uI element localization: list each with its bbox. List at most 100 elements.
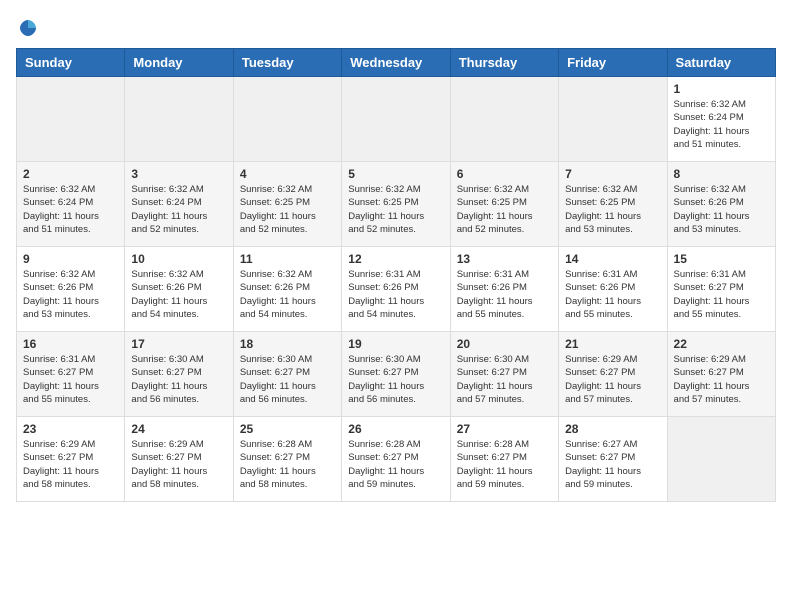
- day-info: Sunrise: 6:32 AM Sunset: 6:25 PM Dayligh…: [240, 183, 335, 236]
- day-number: 1: [674, 82, 769, 96]
- calendar-week-2: 2 Sunrise: 6:32 AM Sunset: 6:24 PM Daylig…: [17, 162, 776, 247]
- day-info: Sunrise: 6:32 AM Sunset: 6:25 PM Dayligh…: [348, 183, 443, 236]
- day-number: 26: [348, 422, 443, 436]
- calendar-cell: 9 Sunrise: 6:32 AM Sunset: 6:26 PM Daylig…: [17, 247, 125, 332]
- day-info: Sunrise: 6:29 AM Sunset: 6:27 PM Dayligh…: [23, 438, 118, 491]
- day-number: 22: [674, 337, 769, 351]
- calendar-cell: 12 Sunrise: 6:31 AM Sunset: 6:26 PM Dayli…: [342, 247, 450, 332]
- day-info: Sunrise: 6:28 AM Sunset: 6:27 PM Dayligh…: [348, 438, 443, 491]
- calendar-cell: 6 Sunrise: 6:32 AM Sunset: 6:25 PM Daylig…: [450, 162, 558, 247]
- calendar-cell: 2 Sunrise: 6:32 AM Sunset: 6:24 PM Daylig…: [17, 162, 125, 247]
- calendar-header-wednesday: Wednesday: [342, 49, 450, 77]
- calendar-cell: 8 Sunrise: 6:32 AM Sunset: 6:26 PM Daylig…: [667, 162, 775, 247]
- day-info: Sunrise: 6:32 AM Sunset: 6:24 PM Dayligh…: [23, 183, 118, 236]
- day-info: Sunrise: 6:30 AM Sunset: 6:27 PM Dayligh…: [348, 353, 443, 406]
- day-info: Sunrise: 6:32 AM Sunset: 6:24 PM Dayligh…: [131, 183, 226, 236]
- day-info: Sunrise: 6:31 AM Sunset: 6:26 PM Dayligh…: [457, 268, 552, 321]
- calendar-cell: 5 Sunrise: 6:32 AM Sunset: 6:25 PM Daylig…: [342, 162, 450, 247]
- calendar-cell: 11Sunrise: 6:32 AM Sunset: 6:26 PM Dayli…: [233, 247, 341, 332]
- calendar-cell: 4 Sunrise: 6:32 AM Sunset: 6:25 PM Daylig…: [233, 162, 341, 247]
- calendar-cell: [667, 417, 775, 502]
- calendar-cell: 10 Sunrise: 6:32 AM Sunset: 6:26 PM Dayli…: [125, 247, 233, 332]
- day-number: 5: [348, 167, 443, 181]
- day-info: Sunrise: 6:31 AM Sunset: 6:26 PM Dayligh…: [565, 268, 660, 321]
- day-info: Sunrise: 6:27 AM Sunset: 6:27 PM Dayligh…: [565, 438, 660, 491]
- day-info: Sunrise: 6:31 AM Sunset: 6:27 PM Dayligh…: [23, 353, 118, 406]
- day-info: Sunrise: 6:30 AM Sunset: 6:27 PM Dayligh…: [240, 353, 335, 406]
- calendar-week-4: 16 Sunrise: 6:31 AM Sunset: 6:27 PM Dayli…: [17, 332, 776, 417]
- day-number: 21: [565, 337, 660, 351]
- day-info: Sunrise: 6:28 AM Sunset: 6:27 PM Dayligh…: [240, 438, 335, 491]
- calendar-header-sunday: Sunday: [17, 49, 125, 77]
- calendar-header-friday: Friday: [559, 49, 667, 77]
- calendar-header-row: SundayMondayTuesdayWednesdayThursdayFrid…: [17, 49, 776, 77]
- day-number: 28: [565, 422, 660, 436]
- calendar-cell: 23Sunrise: 6:29 AM Sunset: 6:27 PM Dayli…: [17, 417, 125, 502]
- day-info: Sunrise: 6:28 AM Sunset: 6:27 PM Dayligh…: [457, 438, 552, 491]
- day-number: 4: [240, 167, 335, 181]
- calendar-table: SundayMondayTuesdayWednesdayThursdayFrid…: [16, 48, 776, 502]
- day-info: Sunrise: 6:32 AM Sunset: 6:26 PM Dayligh…: [23, 268, 118, 321]
- day-info: Sunrise: 6:32 AM Sunset: 6:25 PM Dayligh…: [457, 183, 552, 236]
- calendar-cell: [233, 77, 341, 162]
- day-number: 7: [565, 167, 660, 181]
- day-info: Sunrise: 6:32 AM Sunset: 6:26 PM Dayligh…: [131, 268, 226, 321]
- day-number: 17: [131, 337, 226, 351]
- logo: [16, 16, 44, 40]
- calendar-cell: 25 Sunrise: 6:28 AM Sunset: 6:27 PM Dayli…: [233, 417, 341, 502]
- day-info: Sunrise: 6:32 AM Sunset: 6:24 PM Dayligh…: [674, 98, 769, 151]
- day-number: 11: [240, 252, 335, 266]
- calendar-cell: 14 Sunrise: 6:31 AM Sunset: 6:26 PM Dayli…: [559, 247, 667, 332]
- logo-icon: [16, 16, 40, 40]
- calendar-cell: [559, 77, 667, 162]
- day-number: 13: [457, 252, 552, 266]
- day-info: Sunrise: 6:32 AM Sunset: 6:26 PM Dayligh…: [674, 183, 769, 236]
- calendar-cell: 27Sunrise: 6:28 AM Sunset: 6:27 PM Dayli…: [450, 417, 558, 502]
- day-info: Sunrise: 6:29 AM Sunset: 6:27 PM Dayligh…: [674, 353, 769, 406]
- day-number: 8: [674, 167, 769, 181]
- day-number: 24: [131, 422, 226, 436]
- calendar-cell: 22 Sunrise: 6:29 AM Sunset: 6:27 PM Dayli…: [667, 332, 775, 417]
- day-number: 20: [457, 337, 552, 351]
- calendar-week-3: 9 Sunrise: 6:32 AM Sunset: 6:26 PM Daylig…: [17, 247, 776, 332]
- calendar-header-saturday: Saturday: [667, 49, 775, 77]
- day-info: Sunrise: 6:29 AM Sunset: 6:27 PM Dayligh…: [565, 353, 660, 406]
- calendar-cell: 17 Sunrise: 6:30 AM Sunset: 6:27 PM Dayli…: [125, 332, 233, 417]
- day-number: 18: [240, 337, 335, 351]
- calendar-cell: 26 Sunrise: 6:28 AM Sunset: 6:27 PM Dayli…: [342, 417, 450, 502]
- day-info: Sunrise: 6:29 AM Sunset: 6:27 PM Dayligh…: [131, 438, 226, 491]
- calendar-cell: 21 Sunrise: 6:29 AM Sunset: 6:27 PM Dayli…: [559, 332, 667, 417]
- calendar-cell: [125, 77, 233, 162]
- calendar-cell: [342, 77, 450, 162]
- day-number: 10: [131, 252, 226, 266]
- day-number: 6: [457, 167, 552, 181]
- day-info: Sunrise: 6:32 AM Sunset: 6:25 PM Dayligh…: [565, 183, 660, 236]
- calendar-week-5: 23Sunrise: 6:29 AM Sunset: 6:27 PM Dayli…: [17, 417, 776, 502]
- calendar-cell: 1 Sunrise: 6:32 AM Sunset: 6:24 PM Daylig…: [667, 77, 775, 162]
- calendar-cell: 24 Sunrise: 6:29 AM Sunset: 6:27 PM Dayli…: [125, 417, 233, 502]
- day-number: 9: [23, 252, 118, 266]
- day-number: 16: [23, 337, 118, 351]
- day-info: Sunrise: 6:30 AM Sunset: 6:27 PM Dayligh…: [457, 353, 552, 406]
- day-number: 14: [565, 252, 660, 266]
- calendar-cell: [450, 77, 558, 162]
- calendar-cell: 28 Sunrise: 6:27 AM Sunset: 6:27 PM Dayli…: [559, 417, 667, 502]
- day-number: 2: [23, 167, 118, 181]
- page-header: [16, 16, 776, 40]
- calendar-cell: 15 Sunrise: 6:31 AM Sunset: 6:27 PM Dayli…: [667, 247, 775, 332]
- day-info: Sunrise: 6:31 AM Sunset: 6:27 PM Dayligh…: [674, 268, 769, 321]
- calendar-cell: 3 Sunrise: 6:32 AM Sunset: 6:24 PM Daylig…: [125, 162, 233, 247]
- calendar-cell: 7 Sunrise: 6:32 AM Sunset: 6:25 PM Daylig…: [559, 162, 667, 247]
- day-number: 25: [240, 422, 335, 436]
- calendar-cell: 20 Sunrise: 6:30 AM Sunset: 6:27 PM Dayli…: [450, 332, 558, 417]
- day-info: Sunrise: 6:30 AM Sunset: 6:27 PM Dayligh…: [131, 353, 226, 406]
- calendar-cell: 16 Sunrise: 6:31 AM Sunset: 6:27 PM Dayli…: [17, 332, 125, 417]
- day-number: 12: [348, 252, 443, 266]
- calendar-header-tuesday: Tuesday: [233, 49, 341, 77]
- calendar-cell: 13 Sunrise: 6:31 AM Sunset: 6:26 PM Dayli…: [450, 247, 558, 332]
- day-number: 15: [674, 252, 769, 266]
- day-info: Sunrise: 6:31 AM Sunset: 6:26 PM Dayligh…: [348, 268, 443, 321]
- day-number: 3: [131, 167, 226, 181]
- day-number: 19: [348, 337, 443, 351]
- calendar-cell: 18 Sunrise: 6:30 AM Sunset: 6:27 PM Dayli…: [233, 332, 341, 417]
